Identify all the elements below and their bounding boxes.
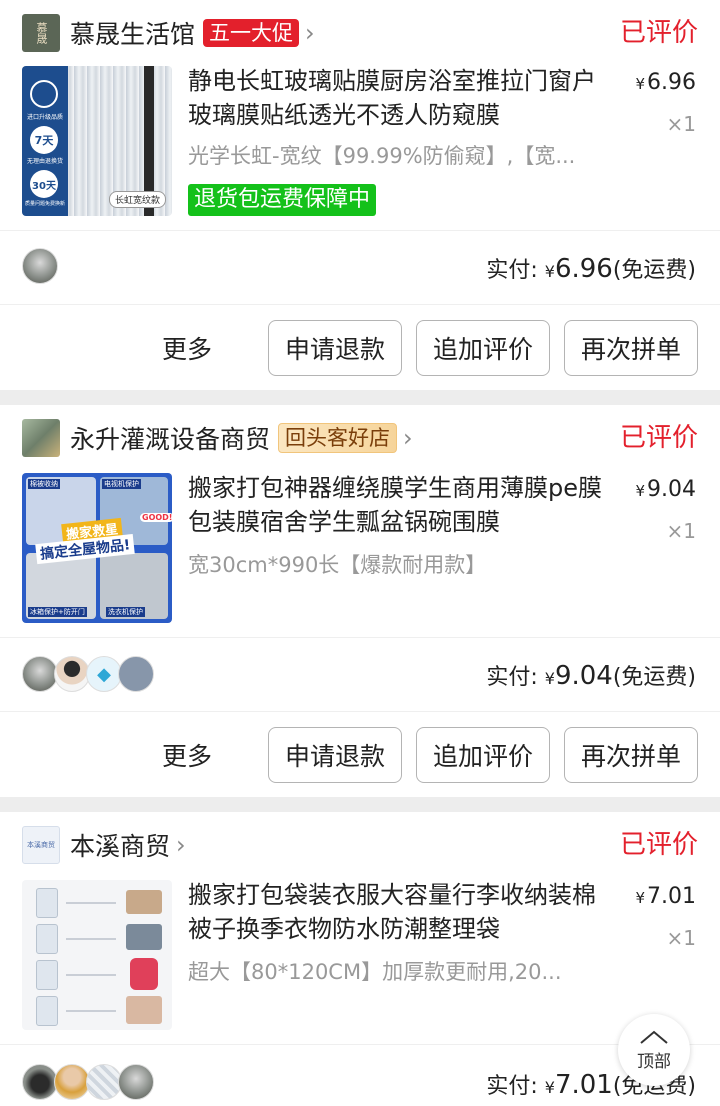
product-title[interactable]: 静电长虹玻璃贴膜厨房浴室推拉门窗户玻璃膜贴纸透光不透人防窥膜 (188, 64, 610, 132)
currency-symbol: ¥ (635, 75, 646, 93)
quantity: ×1 (666, 926, 696, 950)
avatar (54, 656, 90, 692)
price-value: 7.01 (647, 884, 696, 909)
shipping-guarantee-badge: 退货包运费保障中 (188, 184, 377, 216)
paid-label: 实付: (486, 665, 538, 690)
paid-label: 实付: (486, 1074, 538, 1099)
reorder-button[interactable]: 再次拼单 (564, 727, 698, 783)
add-review-button[interactable]: 追加评价 (416, 320, 550, 376)
buyer-avatars (22, 248, 58, 286)
order-status: 已评价 (619, 423, 698, 453)
shop-logo-text: 本溪商贸 (27, 841, 55, 849)
avatar (22, 656, 58, 692)
repeat-customer-badge: 回头客好店 (278, 423, 398, 453)
more-button[interactable]: 更多 (162, 330, 212, 366)
reorder-button[interactable]: 再次拼单 (564, 320, 698, 376)
product-image[interactable] (22, 880, 172, 1030)
chevron-right-icon: › (403, 424, 413, 452)
add-review-button[interactable]: 追加评价 (416, 727, 550, 783)
shop-logo-text: 慕晟 (35, 22, 48, 44)
more-button[interactable]: 更多 (162, 737, 212, 773)
currency-symbol: ¥ (544, 1078, 555, 1097)
thumb-label: 棉被收纳 (28, 479, 60, 489)
avatar (22, 248, 58, 284)
thumb-label: GOOD! (140, 513, 172, 522)
product-spec: 宽30cm*990长【爆款耐用款】 (188, 553, 487, 577)
price-value: 6.96 (647, 70, 696, 95)
currency-symbol: ¥ (544, 669, 555, 688)
shop-name: 慕晟生活馆 (70, 20, 196, 49)
paid-total: 实付: ¥9.04(免运费) (486, 659, 696, 691)
thumb-caption: 长虹宽纹款 (108, 191, 166, 208)
thumb-badge-text: 质量问题免费换新 (24, 201, 65, 207)
unit-price: ¥7.01 (635, 884, 696, 909)
chevron-right-icon: › (176, 831, 186, 859)
divider (0, 637, 720, 638)
divider (0, 711, 720, 712)
shop-name: 永升灌溉设备商贸 (70, 425, 271, 454)
product-spec: 光学长虹-宽纹【99.99%防偷窥】,【宽... (188, 144, 576, 168)
promo-badge: 五一大促 (203, 19, 300, 47)
shop-header[interactable]: 慕晟 慕晟生活馆 五一大促 › (22, 14, 315, 52)
order-actions: 更多 申请退款 追加评价 再次拼单 (162, 320, 698, 376)
avatar (22, 1064, 58, 1100)
order-status: 已评价 (619, 18, 698, 48)
back-to-top-button[interactable]: 顶部 (618, 1014, 690, 1086)
product-image[interactable]: 棉被收纳 电视机保护 搬家救星 搞定全屋物品! GOOD! 冰箱保护+防开门 洗… (22, 473, 172, 623)
back-to-top-label: 顶部 (637, 1051, 671, 1072)
order-card: 慕晟 慕晟生活馆 五一大促 › 已评价 进口升级品质 7天 无理由退换货 30天… (0, 0, 720, 390)
order-card: 本溪商贸 本溪商贸 › 已评价 搬家打包袋装衣服大容量行李收纳装棉被子换季衣物防… (0, 812, 720, 1106)
refund-button[interactable]: 申请退款 (268, 727, 402, 783)
buyer-avatars (22, 1064, 154, 1102)
avatar (86, 1064, 122, 1100)
thumb-badge-text: 无理由退换货 (26, 158, 63, 165)
paid-label: 实付: (486, 258, 538, 283)
thumb-badge-text: 30天 (30, 170, 58, 198)
product-spec: 超大【80*120CM】加厚款更耐用,20... (188, 960, 562, 984)
shop-logo: 慕晟 (22, 14, 60, 52)
paid-amount: 6.96 (554, 254, 613, 284)
chevron-right-icon: › (305, 19, 315, 47)
buyer-avatars: ◆ (22, 656, 154, 694)
product-title[interactable]: 搬家打包神器缠绕膜学生商用薄膜pe膜包装膜宿舍学生瓢盆锅碗围膜 (188, 471, 610, 539)
currency-symbol: ¥ (635, 889, 646, 907)
shipping-note: (免运费) (612, 258, 696, 283)
avatar (54, 1064, 90, 1100)
chevron-up-icon (640, 1030, 668, 1044)
avatar (118, 1064, 154, 1100)
thumb-badge-text: 进口升级品质 (26, 114, 63, 121)
quantity: ×1 (666, 112, 696, 136)
price-value: 9.04 (647, 477, 696, 502)
shop-header[interactable]: 永升灌溉设备商贸 回头客好店 › (22, 419, 413, 457)
shop-logo: 本溪商贸 (22, 826, 60, 864)
order-card: 永升灌溉设备商贸 回头客好店 › 已评价 棉被收纳 电视机保护 搬家救星 搞定全… (0, 405, 720, 797)
shop-header[interactable]: 本溪商贸 本溪商贸 › (22, 826, 186, 864)
thumb-label: 冰箱保护+防开门 (28, 607, 87, 617)
paid-amount: 7.01 (554, 1070, 613, 1100)
paid-total: 实付: ¥6.96(免运费) (486, 252, 696, 284)
currency-symbol: ¥ (635, 482, 646, 500)
unit-price: ¥6.96 (635, 70, 696, 95)
unit-price: ¥9.04 (635, 477, 696, 502)
thumb-badge-text: 7天 (30, 126, 58, 154)
thumb-label: 电视机保护 (102, 479, 141, 489)
product-title[interactable]: 搬家打包袋装衣服大容量行李收纳装棉被子换季衣物防水防潮整理袋 (188, 878, 610, 946)
divider (0, 304, 720, 305)
divider (0, 1044, 720, 1045)
order-actions: 更多 申请退款 追加评价 再次拼单 (162, 727, 698, 783)
avatar (118, 656, 154, 692)
shop-logo (22, 419, 60, 457)
thumb-label: 洗衣机保护 (106, 607, 145, 617)
avatar: ◆ (86, 656, 122, 692)
paid-amount: 9.04 (554, 661, 613, 691)
shipping-note: (免运费) (612, 665, 696, 690)
refund-button[interactable]: 申请退款 (268, 320, 402, 376)
divider (0, 230, 720, 231)
product-image[interactable]: 进口升级品质 7天 无理由退换货 30天 质量问题免费换新 长虹宽纹款 (22, 66, 172, 216)
order-status: 已评价 (619, 830, 698, 860)
quantity: ×1 (666, 519, 696, 543)
shop-name: 本溪商贸 (70, 832, 171, 861)
currency-symbol: ¥ (544, 262, 555, 281)
